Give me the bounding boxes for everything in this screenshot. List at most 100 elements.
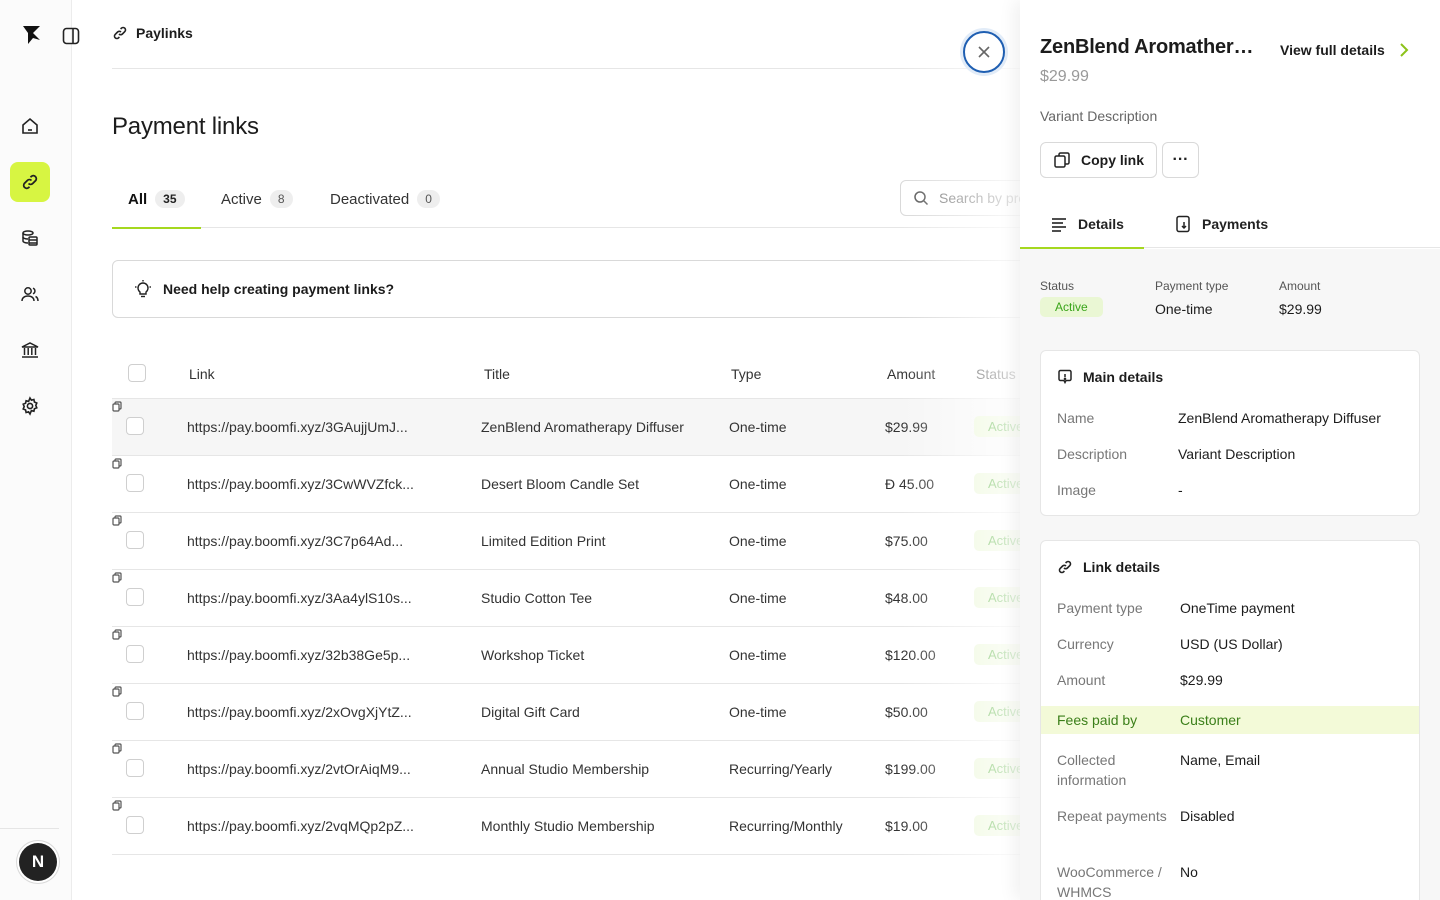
copy-icon[interactable] — [112, 515, 122, 526]
table-row[interactable]: https://pay.boomfi.xyz/2vqMQp2pZ... Mont… — [112, 798, 1102, 855]
table-row[interactable]: https://pay.boomfi.xyz/2xOvgXjYtZ... Dig… — [112, 684, 1102, 741]
row-checkbox[interactable] — [126, 531, 144, 549]
tab-details[interactable]: Details — [1020, 200, 1144, 249]
summary-amount-label: Amount — [1279, 279, 1321, 293]
link-details-title: Link details — [1057, 559, 1160, 575]
copy-icon[interactable] — [112, 458, 122, 469]
link-details-card: Link details Payment type OneTime paymen… — [1040, 540, 1420, 900]
row-link: https://pay.boomfi.xyz/3GAujjUmJ... — [187, 419, 408, 435]
row-amount: $75.00 — [885, 533, 928, 549]
row-title: Studio Cotton Tee — [481, 590, 593, 606]
summary-payment-type: Payment type One-time — [1155, 279, 1228, 317]
detail-label: Collected information — [1057, 752, 1127, 788]
detail-value: OneTime payment — [1180, 600, 1295, 616]
table-row[interactable]: https://pay.boomfi.xyz/3Aa4ylS10s... Stu… — [112, 570, 1102, 627]
row-type: One-time — [729, 647, 787, 663]
detail-value: ZenBlend Aromatherapy Diffuser — [1178, 410, 1381, 426]
tab-count: 0 — [417, 190, 440, 208]
sidebar-item-banking[interactable] — [10, 330, 50, 370]
detail-label: Amount — [1057, 672, 1106, 688]
row-amount: $48.00 — [885, 590, 928, 606]
page-title: Payment links — [112, 113, 259, 140]
avatar[interactable]: N — [19, 843, 57, 881]
tab-count: 35 — [155, 190, 185, 208]
row-checkbox[interactable] — [126, 588, 144, 606]
tab-label: All — [128, 190, 148, 208]
row-checkbox[interactable] — [126, 645, 144, 663]
table-row[interactable]: https://pay.boomfi.xyz/32b38Ge5p... Work… — [112, 627, 1102, 684]
column-header-amount[interactable]: Amount — [887, 366, 935, 382]
breadcrumb-label: Paylinks — [136, 25, 193, 41]
logo-icon[interactable] — [20, 24, 42, 46]
row-link: https://pay.boomfi.xyz/2vtOrAiqM9... — [187, 761, 411, 777]
tab-all[interactable]: All 35 — [112, 170, 201, 229]
column-header-title[interactable]: Title — [484, 366, 510, 382]
column-header-type[interactable]: Type — [731, 366, 761, 382]
column-header-status[interactable]: Status — [976, 366, 1016, 382]
details-list-icon — [1052, 218, 1066, 232]
detail-panel: ZenBlend Aromathera... View full details… — [1020, 0, 1440, 900]
table-row[interactable]: https://pay.boomfi.xyz/3C7p64Ad... Limit… — [112, 513, 1102, 570]
row-checkbox[interactable] — [126, 759, 144, 777]
copy-icon[interactable] — [112, 629, 122, 640]
sidebar-item-customers[interactable] — [10, 274, 50, 314]
sidebar-item-settings[interactable] — [10, 386, 50, 426]
sidebar-item-home[interactable] — [10, 106, 50, 146]
row-checkbox[interactable] — [126, 474, 144, 492]
sidebar-divider — [0, 828, 59, 829]
view-full-details-link[interactable]: View full details — [1280, 42, 1411, 58]
detail-value: USD (US Dollar) — [1180, 636, 1283, 652]
payment-links-table: Link Title Type Amount Status https://pa… — [112, 346, 1102, 855]
detail-value: $29.99 — [1180, 672, 1223, 688]
breadcrumb[interactable]: Paylinks — [112, 25, 193, 41]
table-row[interactable]: https://pay.boomfi.xyz/3CwWVZfck... Dese… — [112, 456, 1102, 513]
tab-deactivated[interactable]: Deactivated 0 — [330, 170, 440, 228]
row-type: Recurring/Monthly — [729, 818, 843, 834]
detail-row-fees: Fees paid by Customer — [1041, 706, 1419, 734]
table-header: Link Title Type Amount Status — [112, 346, 1102, 399]
sidebar-item-paylinks[interactable] — [10, 162, 50, 202]
copy-icon[interactable] — [112, 401, 122, 412]
row-title: Digital Gift Card — [481, 704, 580, 720]
close-icon — [978, 46, 990, 58]
link-icon — [22, 174, 38, 190]
row-type: One-time — [729, 419, 787, 435]
summary-status: Status Active — [1040, 279, 1103, 317]
tab-payments[interactable]: Payments — [1174, 200, 1268, 248]
copy-icon[interactable] — [112, 743, 122, 754]
copy-icon[interactable] — [112, 686, 122, 697]
row-checkbox[interactable] — [126, 417, 144, 435]
table-row[interactable]: https://pay.boomfi.xyz/2vtOrAiqM9... Ann… — [112, 741, 1102, 798]
row-title: Monthly Studio Membership — [481, 818, 655, 834]
select-all-checkbox[interactable] — [128, 364, 146, 382]
help-banner[interactable]: Need help creating payment links? — [112, 260, 1102, 318]
column-header-link[interactable]: Link — [189, 366, 215, 382]
sidebar-item-payments[interactable] — [10, 218, 50, 258]
detail-label: Description — [1057, 446, 1128, 462]
copy-icon[interactable] — [112, 572, 122, 583]
coins-icon — [22, 230, 38, 246]
link-details-label: Link details — [1083, 559, 1161, 575]
copy-link-button[interactable]: Copy link — [1040, 142, 1158, 178]
more-options-button[interactable]: ··· — [1162, 142, 1199, 178]
tab-active[interactable]: Active 8 — [221, 170, 293, 228]
row-checkbox[interactable] — [126, 816, 144, 834]
summary-amount-value: $29.99 — [1279, 301, 1322, 317]
row-checkbox[interactable] — [126, 702, 144, 720]
row-title: Limited Edition Print — [481, 533, 606, 549]
detail-label: Currency — [1057, 636, 1114, 652]
gear-icon — [22, 396, 38, 416]
row-type: One-time — [729, 476, 787, 492]
help-text: Need help creating payment links? — [163, 281, 395, 297]
row-link: https://pay.boomfi.xyz/3C7p64Ad... — [187, 533, 404, 549]
row-type: One-time — [729, 590, 787, 606]
summary-payment-type-value: One-time — [1155, 301, 1213, 317]
summary-status-label: Status — [1040, 279, 1075, 293]
table-row[interactable]: https://pay.boomfi.xyz/3GAujjUmJ... ZenB… — [112, 399, 1102, 456]
copy-icon[interactable] — [112, 800, 122, 811]
row-link: https://pay.boomfi.xyz/3CwWVZfck... — [187, 476, 414, 492]
close-panel-button[interactable] — [963, 31, 1005, 73]
sidebar-toggle-icon[interactable] — [62, 27, 80, 45]
row-type: One-time — [729, 533, 787, 549]
link-icon — [1058, 560, 1072, 574]
